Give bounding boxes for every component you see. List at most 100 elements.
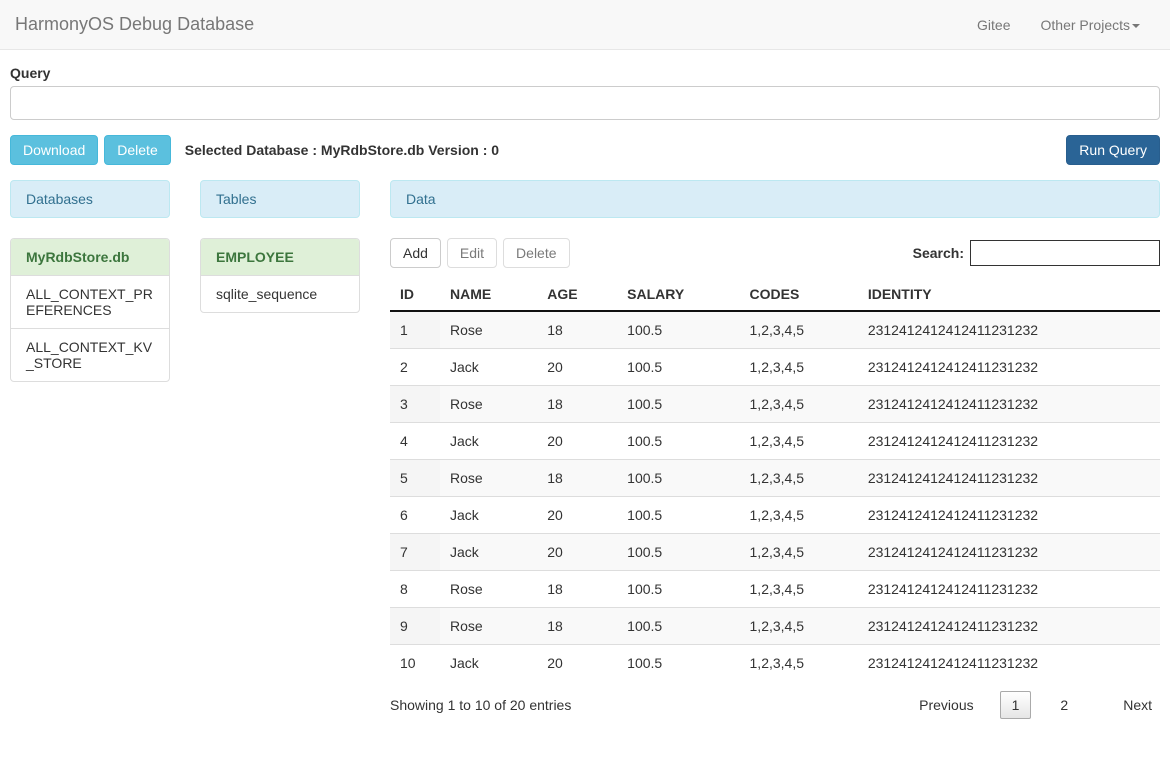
table-cell: 10 [390, 645, 440, 682]
search-label: Search: [913, 245, 964, 261]
table-cell: 1,2,3,4,5 [740, 311, 858, 349]
column-header[interactable]: AGE [537, 278, 617, 311]
table-cell: Jack [440, 534, 537, 571]
table-cell: Rose [440, 311, 537, 349]
add-row-button[interactable]: Add [390, 238, 441, 268]
table-cell: 4 [390, 423, 440, 460]
table-cell: 20 [537, 534, 617, 571]
table-cell: 1,2,3,4,5 [740, 645, 858, 682]
download-button[interactable]: Download [10, 135, 98, 165]
pagination-next[interactable]: Next [1115, 693, 1160, 717]
selected-database-label: Selected Database : MyRdbStore.db Versio… [185, 142, 499, 158]
table-cell: 100.5 [617, 571, 739, 608]
table-row[interactable]: 5Rose18100.51,2,3,4,52312412412412411231… [390, 460, 1160, 497]
table-row[interactable]: 3Rose18100.51,2,3,4,52312412412412411231… [390, 386, 1160, 423]
table-cell: 100.5 [617, 534, 739, 571]
database-list: MyRdbStore.dbALL_CONTEXT_PREFERENCESALL_… [10, 238, 170, 382]
column-header[interactable]: CODES [740, 278, 858, 311]
column-header[interactable]: IDENTITY [858, 278, 1160, 311]
table-cell: 2 [390, 349, 440, 386]
table-cell: 18 [537, 571, 617, 608]
panel-header-databases: Databases [10, 180, 170, 218]
navbar-brand[interactable]: HarmonyOS Debug Database [15, 14, 254, 35]
table-cell: 2312412412412411231232 [858, 608, 1160, 645]
table-cell: 1,2,3,4,5 [740, 386, 858, 423]
table-cell: Rose [440, 608, 537, 645]
table-cell: 20 [537, 423, 617, 460]
table-cell: 2312412412412411231232 [858, 645, 1160, 682]
table-cell: 1 [390, 311, 440, 349]
nav-link-gitee[interactable]: Gitee [962, 2, 1025, 48]
query-label: Query [10, 65, 1160, 81]
table-cell: Rose [440, 386, 537, 423]
table-cell: Jack [440, 349, 537, 386]
table-cell: 18 [537, 311, 617, 349]
table-cell: Jack [440, 645, 537, 682]
delete-row-button[interactable]: Delete [503, 238, 569, 268]
table-cell: 1,2,3,4,5 [740, 349, 858, 386]
delete-db-button[interactable]: Delete [104, 135, 170, 165]
table-cell: 3 [390, 386, 440, 423]
table-row[interactable]: 10Jack20100.51,2,3,4,5231241241241241123… [390, 645, 1160, 682]
table-cell: 1,2,3,4,5 [740, 534, 858, 571]
column-header[interactable]: ID [390, 278, 440, 311]
table-cell: 100.5 [617, 311, 739, 349]
database-item[interactable]: MyRdbStore.db [11, 239, 169, 276]
table-cell: 5 [390, 460, 440, 497]
table-cell: Jack [440, 423, 537, 460]
table-list: EMPLOYEEsqlite_sequence [200, 238, 360, 313]
table-cell: 9 [390, 608, 440, 645]
table-row[interactable]: 4Jack20100.51,2,3,4,52312412412412411231… [390, 423, 1160, 460]
table-info: Showing 1 to 10 of 20 entries [390, 697, 571, 713]
table-cell: 1,2,3,4,5 [740, 608, 858, 645]
table-item[interactable]: sqlite_sequence [201, 276, 359, 312]
table-row[interactable]: 6Jack20100.51,2,3,4,52312412412412411231… [390, 497, 1160, 534]
table-cell: 100.5 [617, 608, 739, 645]
table-cell: 100.5 [617, 423, 739, 460]
pagination-previous[interactable]: Previous [911, 693, 981, 717]
table-row[interactable]: 1Rose18100.51,2,3,4,52312412412412411231… [390, 311, 1160, 349]
database-item[interactable]: ALL_CONTEXT_KV_STORE [11, 329, 169, 381]
edit-row-button[interactable]: Edit [447, 238, 497, 268]
table-item[interactable]: EMPLOYEE [201, 239, 359, 276]
database-item[interactable]: ALL_CONTEXT_PREFERENCES [11, 276, 169, 329]
table-cell: 2312412412412411231232 [858, 311, 1160, 349]
table-row[interactable]: 9Rose18100.51,2,3,4,52312412412412411231… [390, 608, 1160, 645]
table-cell: 2312412412412411231232 [858, 497, 1160, 534]
table-cell: 1,2,3,4,5 [740, 497, 858, 534]
table-cell: 2312412412412411231232 [858, 460, 1160, 497]
table-cell: 18 [537, 460, 617, 497]
table-cell: 100.5 [617, 497, 739, 534]
table-row[interactable]: 7Jack20100.51,2,3,4,52312412412412411231… [390, 534, 1160, 571]
table-cell: Rose [440, 460, 537, 497]
pagination-page[interactable]: 1 [1000, 691, 1032, 719]
table-cell: 2312412412412411231232 [858, 423, 1160, 460]
column-header[interactable]: SALARY [617, 278, 739, 311]
table-cell: 20 [537, 497, 617, 534]
table-cell: 20 [537, 349, 617, 386]
table-cell: 2312412412412411231232 [858, 386, 1160, 423]
nav-link-other-projects[interactable]: Other Projects [1026, 2, 1155, 48]
search-input[interactable] [970, 240, 1160, 266]
run-query-button[interactable]: Run Query [1066, 135, 1160, 165]
table-cell: 1,2,3,4,5 [740, 571, 858, 608]
table-cell: 1,2,3,4,5 [740, 460, 858, 497]
table-cell: 18 [537, 386, 617, 423]
panel-header-data: Data [390, 180, 1160, 218]
query-input[interactable] [10, 86, 1160, 120]
data-table: IDNAMEAGESALARYCODESIDENTITY 1Rose18100.… [390, 278, 1160, 681]
table-cell: 2312412412412411231232 [858, 349, 1160, 386]
navbar: HarmonyOS Debug Database Gitee Other Pro… [0, 0, 1170, 50]
table-cell: Jack [440, 497, 537, 534]
table-cell: 20 [537, 645, 617, 682]
table-cell: 2312412412412411231232 [858, 534, 1160, 571]
column-header[interactable]: NAME [440, 278, 537, 311]
table-cell: 7 [390, 534, 440, 571]
panel-header-tables: Tables [200, 180, 360, 218]
table-cell: 18 [537, 608, 617, 645]
table-cell: 100.5 [617, 349, 739, 386]
table-cell: 1,2,3,4,5 [740, 423, 858, 460]
table-row[interactable]: 2Jack20100.51,2,3,4,52312412412412411231… [390, 349, 1160, 386]
table-row[interactable]: 8Rose18100.51,2,3,4,52312412412412411231… [390, 571, 1160, 608]
pagination-page[interactable]: 2 [1049, 692, 1079, 718]
